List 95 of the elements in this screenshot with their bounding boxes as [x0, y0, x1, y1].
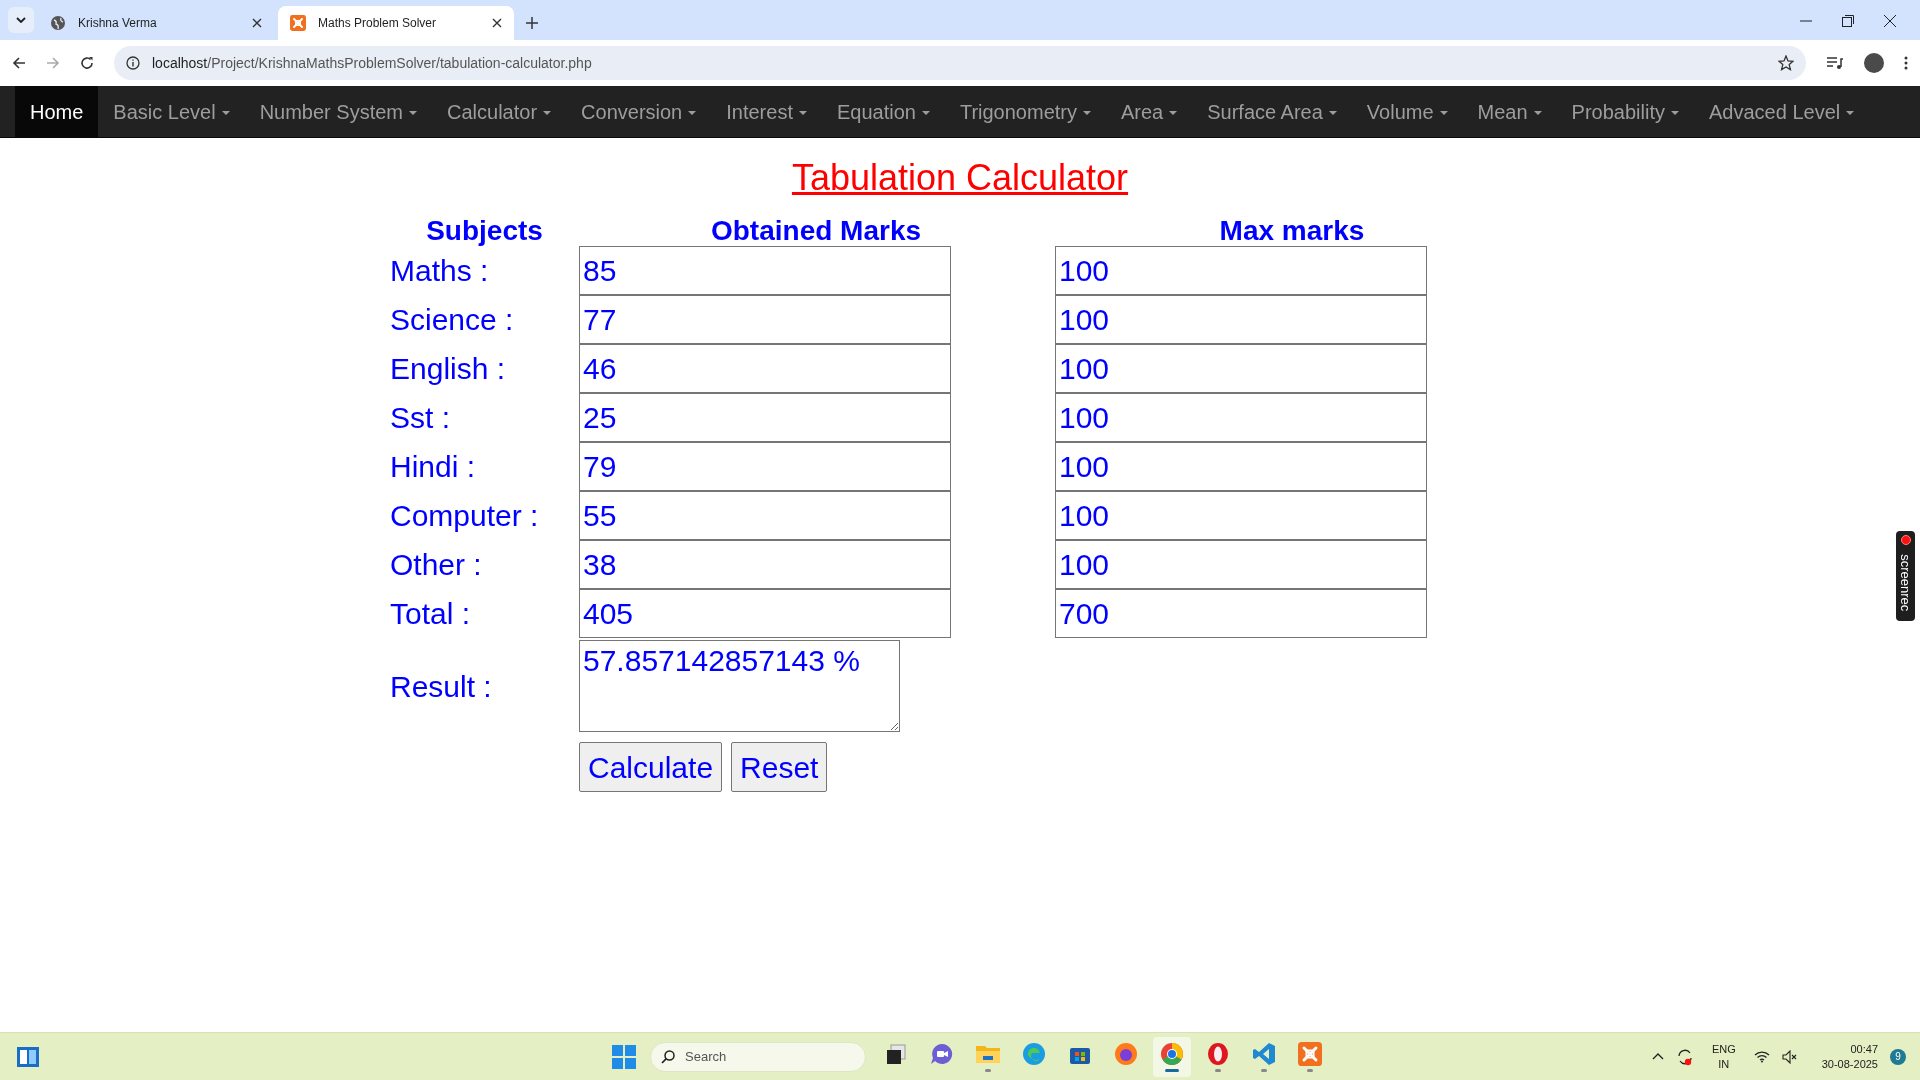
clock[interactable]: 00:47 30-08-2025	[1821, 1041, 1878, 1072]
result-label: Result :	[390, 668, 492, 705]
result-field[interactable]: 57.857142857143 %	[579, 640, 900, 732]
browser-tab[interactable]: Krishna Verma	[38, 6, 274, 40]
wifi-icon[interactable]	[1753, 1050, 1770, 1063]
action-button[interactable]: Reset	[731, 742, 828, 792]
xampp-logo-icon	[1298, 1041, 1322, 1066]
subject-label: Other :	[390, 547, 482, 583]
media-queue-icon[interactable]	[1826, 56, 1844, 70]
nav-item[interactable]: Trigonometry	[944, 86, 1106, 137]
new-tab-icon[interactable]	[526, 17, 538, 29]
tab-list-button[interactable]	[8, 7, 34, 33]
video-chat-icon	[929, 1041, 955, 1066]
chevron-down-icon	[16, 17, 26, 23]
nav-item[interactable]: Mean	[1462, 86, 1557, 137]
chevron-up-icon[interactable]	[1651, 1053, 1664, 1060]
max-marks-field[interactable]: 100	[1055, 344, 1427, 393]
notification-badge[interactable]: 9	[1890, 1048, 1906, 1065]
xampp-logo-icon	[290, 15, 306, 31]
screen-recorder-widget[interactable]: screenrec	[1896, 531, 1915, 621]
profile-avatar[interactable]	[1864, 53, 1884, 73]
restore-icon[interactable]	[1842, 15, 1854, 27]
sync-icon[interactable]	[1675, 1047, 1694, 1066]
widgets-icon[interactable]	[16, 1045, 40, 1068]
tab-title: Maths Problem Solver	[318, 15, 438, 32]
subject-label: Sst :	[390, 400, 450, 436]
column-header: Max marks	[1219, 214, 1365, 246]
running-indicator	[1215, 1068, 1221, 1072]
opera-browser-icon	[1206, 1041, 1230, 1066]
subject-label: Hindi :	[390, 449, 476, 485]
obtained-marks-field[interactable]: 38	[579, 540, 951, 589]
overlapping-windows-icon	[884, 1041, 908, 1066]
max-marks-field[interactable]: 100	[1055, 491, 1427, 540]
nav-item[interactable]: Home	[15, 86, 99, 137]
max-marks-field[interactable]: 100	[1055, 540, 1427, 589]
taskbar-search-field[interactable]: Search	[650, 1041, 866, 1072]
tab-title: Krishna Verma	[78, 15, 158, 32]
obtained-marks-field[interactable]: 55	[579, 491, 951, 540]
subject-label: Science :	[390, 302, 514, 338]
running-indicator	[985, 1068, 991, 1072]
subject-label: Total :	[390, 596, 471, 632]
more-menu-icon[interactable]	[1904, 56, 1908, 70]
speaker-muted-icon[interactable]	[1781, 1049, 1798, 1064]
search-icon	[661, 1049, 675, 1064]
back-arrow-icon[interactable]	[12, 56, 26, 70]
running-indicator	[1261, 1068, 1267, 1072]
globe-icon	[50, 15, 66, 31]
windows-start-icon[interactable]	[612, 1044, 636, 1069]
obtained-marks-field[interactable]: 79	[579, 442, 951, 491]
running-indicator	[1307, 1068, 1313, 1072]
nav-item[interactable]: Advaced Level	[1694, 86, 1870, 137]
url-text: localhost/Project/KrishnaMathsProblemSolver/tabulation-calculator.php	[152, 53, 593, 73]
close-window-icon[interactable]	[1884, 15, 1896, 27]
reload-icon[interactable]	[80, 56, 94, 70]
firefox-browser-icon	[1114, 1041, 1138, 1066]
widget-label: screenrec	[1897, 554, 1915, 612]
code-editor-icon	[1252, 1041, 1276, 1066]
nav-item[interactable]: Volume	[1351, 86, 1463, 137]
chrome-browser-icon	[1160, 1041, 1184, 1066]
max-marks-field[interactable]: 100	[1055, 295, 1427, 344]
running-indicator	[1165, 1068, 1179, 1072]
max-marks-field[interactable]: 100	[1055, 246, 1427, 295]
page-title: Tabulation Calculator	[791, 156, 1129, 200]
nav-item[interactable]: Number System	[244, 86, 432, 137]
star-icon[interactable]	[1778, 55, 1794, 71]
subject-label: Computer :	[390, 498, 539, 534]
max-marks-field[interactable]: 100	[1055, 393, 1427, 442]
obtained-marks-field[interactable]: 46	[579, 344, 951, 393]
obtained-marks-field[interactable]: 85	[579, 246, 951, 295]
nav-item[interactable]: Surface Area	[1192, 86, 1352, 137]
nav-item[interactable]: Area	[1106, 86, 1193, 137]
nav-item[interactable]: Equation	[821, 86, 945, 137]
subject-label: English :	[390, 351, 506, 387]
max-marks-field[interactable]: 100	[1055, 442, 1427, 491]
max-marks-field[interactable]: 700	[1055, 589, 1427, 638]
action-button[interactable]: Calculate	[579, 742, 723, 792]
browser-tab[interactable]: Maths Problem Solver	[278, 6, 514, 40]
nav-item[interactable]: Basic Level	[98, 86, 245, 137]
edge-browser-icon	[1022, 1041, 1046, 1066]
nav-item[interactable]: Interest	[711, 86, 822, 137]
obtained-marks-field[interactable]: 77	[579, 295, 951, 344]
address-bar[interactable]: localhost/Project/KrishnaMathsProblemSolver/tabulation-calculator.php	[114, 46, 1806, 80]
obtained-marks-field[interactable]: 405	[579, 589, 951, 638]
close-icon[interactable]	[492, 18, 502, 28]
obtained-marks-field[interactable]: 25	[579, 393, 951, 442]
subject-label: Maths :	[390, 253, 489, 289]
nav-item[interactable]: Calculator	[432, 86, 567, 137]
nav-item[interactable]: Conversion	[566, 86, 712, 137]
close-icon[interactable]	[252, 18, 262, 28]
info-icon[interactable]	[126, 56, 140, 70]
nav-item[interactable]: Probability	[1556, 86, 1694, 137]
column-header: Obtained Marks	[710, 214, 922, 246]
language-indicator[interactable]: ENG IN	[1705, 1041, 1742, 1072]
column-header: Subjects	[426, 214, 543, 246]
search-placeholder: Search	[685, 1047, 727, 1066]
